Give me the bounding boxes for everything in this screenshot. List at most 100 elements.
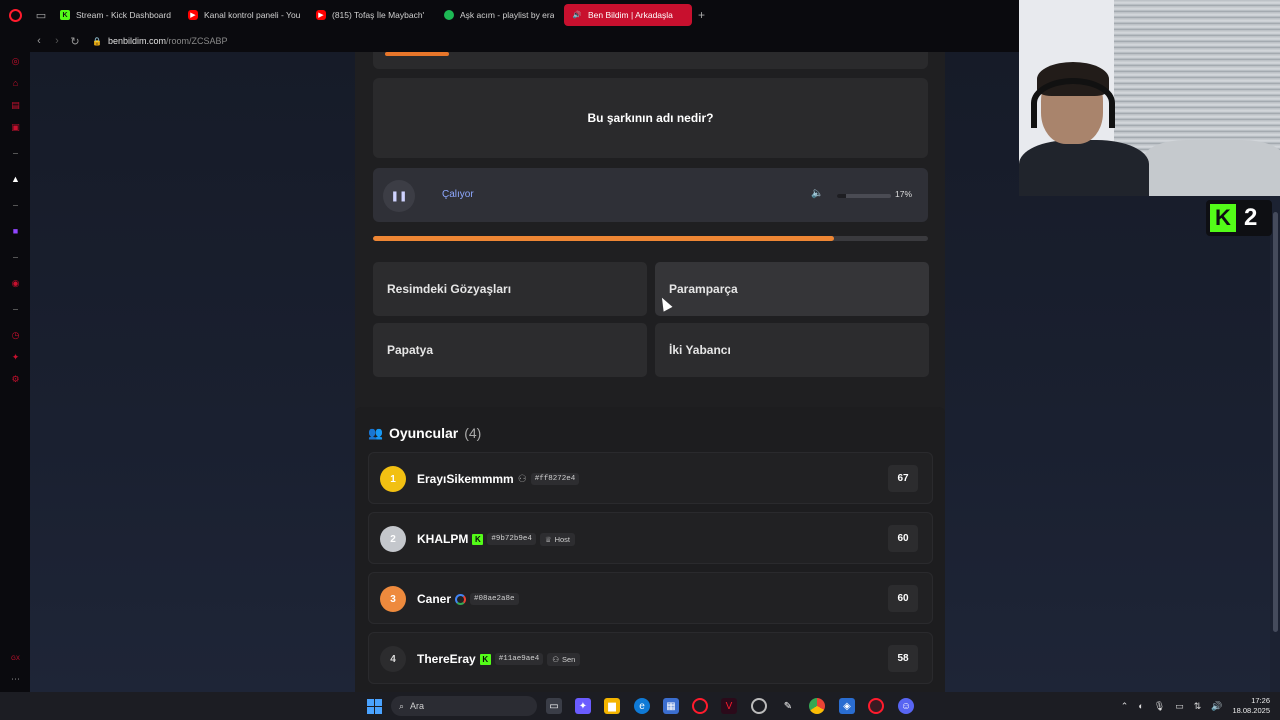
webcam-pillow bbox=[1144, 140, 1280, 196]
players-card: 👥 Oyuncular (4) 1 ErayıSikemmmm ⚇ #ff827… bbox=[355, 407, 945, 692]
task-view-icon[interactable]: ▭ bbox=[546, 698, 562, 714]
kick-icon: K bbox=[60, 10, 70, 20]
discord-icon[interactable]: ☺ bbox=[898, 698, 914, 714]
taskbar-search[interactable]: ⌕ Ara bbox=[391, 696, 537, 716]
tray-app-icon[interactable]: ◐ bbox=[1138, 701, 1143, 711]
network-app-icon[interactable]: ◈ bbox=[839, 698, 855, 714]
network-icon[interactable]: ⇅ bbox=[1194, 701, 1202, 712]
player-tag: #9b72b9e4 bbox=[487, 533, 536, 545]
player-tag: #11ae9ae4 bbox=[494, 653, 544, 665]
system-tray: ⌃ ◐ 🎙 ▭ ⇅ 🔊 17:26 18.08.2025 bbox=[1121, 696, 1270, 716]
player-score: 67 bbox=[888, 465, 918, 492]
app-icon[interactable]: ✎ bbox=[780, 698, 796, 714]
sound-icon: 🔊 bbox=[572, 12, 582, 19]
speaker-icon[interactable]: 🔈 bbox=[811, 188, 823, 199]
headset-icon bbox=[1031, 78, 1115, 128]
new-tab-button[interactable]: + bbox=[692, 8, 711, 22]
more-icon[interactable]: ⋯ bbox=[10, 674, 21, 685]
edge-icon[interactable]: e bbox=[634, 698, 650, 714]
player-row: 2 KHALPM K #9b72b9e4 ♕ Host 60 bbox=[368, 512, 933, 564]
volume-icon[interactable]: 🔊 bbox=[1211, 701, 1222, 712]
volume-percent: 17% bbox=[895, 189, 913, 199]
sidebar-divider bbox=[13, 205, 18, 206]
player-score: 60 bbox=[888, 585, 918, 612]
song-progress-bar bbox=[373, 236, 928, 241]
chrome-icon[interactable] bbox=[809, 698, 825, 714]
role-badge: ⚇ Sen bbox=[547, 652, 581, 666]
settings-icon[interactable]: ⚙ bbox=[10, 374, 21, 385]
aria-icon[interactable]: ◎ bbox=[10, 56, 21, 67]
rank-badge: 3 bbox=[380, 586, 406, 612]
opera-gx-active-icon[interactable] bbox=[868, 698, 884, 714]
display-icon[interactable]: ▭ bbox=[1175, 701, 1184, 712]
reload-icon[interactable]: ↻ bbox=[66, 35, 84, 48]
back-icon[interactable]: ‹ bbox=[30, 35, 48, 47]
youtube-icon: ▶ bbox=[188, 10, 198, 20]
rank-badge: 4 bbox=[380, 646, 406, 672]
copilot-icon[interactable]: ✦ bbox=[575, 698, 591, 714]
answer-option-4[interactable]: İki Yabancı bbox=[655, 323, 929, 377]
tab-youtube-video[interactable]: ▶ (815) Tofaş İle Maybach' bbox=[308, 4, 436, 26]
role-badge: ♕ Host bbox=[539, 532, 575, 546]
top-strip bbox=[373, 52, 928, 69]
pause-button[interactable]: ❚❚ bbox=[383, 180, 415, 212]
opera-gx-icon[interactable] bbox=[692, 698, 708, 714]
taskbar-clock[interactable]: 17:26 18.08.2025 bbox=[1232, 696, 1270, 716]
microphone-icon[interactable]: 🎙 bbox=[1154, 701, 1165, 712]
obs-icon[interactable] bbox=[751, 698, 767, 714]
webcam-person-body bbox=[1019, 140, 1149, 196]
player-status: Çalıyor bbox=[442, 189, 474, 200]
question-text: Bu şarkının adı nedir? bbox=[587, 111, 714, 125]
wing-icon[interactable]: ▲ bbox=[10, 174, 21, 185]
youtube-icon: ▶ bbox=[316, 10, 326, 20]
sidebar-divider bbox=[13, 153, 18, 154]
chevron-up-icon[interactable]: ⌃ bbox=[1121, 701, 1129, 712]
extensions-icon[interactable]: ✦ bbox=[10, 352, 21, 363]
vegas-icon[interactable]: V bbox=[721, 698, 737, 714]
game-card: Bu şarkının adı nedir? ❚❚ Çalıyor 🔈 17% … bbox=[355, 52, 945, 447]
answer-option-1[interactable]: Resimdeki Gözyaşları bbox=[373, 262, 647, 316]
sidebar-divider bbox=[13, 309, 18, 310]
tab-islands-icon[interactable]: ▭ bbox=[30, 0, 52, 30]
answer-option-2[interactable]: Paramparça bbox=[655, 262, 929, 316]
history-icon[interactable]: ◷ bbox=[10, 330, 21, 341]
player-name: ErayıSikemmmm bbox=[417, 472, 514, 486]
gx-icon[interactable]: ▣ bbox=[10, 122, 21, 133]
tab-ben-bildim[interactable]: 🔊 Ben Bildim | Arkadaşla bbox=[564, 4, 692, 26]
url-field[interactable]: 🔒 benbildim.com/room/ZCSABP bbox=[92, 36, 228, 46]
scrollbar-thumb[interactable] bbox=[1273, 212, 1278, 632]
gx-corner-icon[interactable]: GX bbox=[10, 654, 21, 665]
sidebar-divider bbox=[13, 257, 18, 258]
windows-start-icon[interactable] bbox=[366, 698, 382, 714]
volume-slider[interactable] bbox=[837, 194, 891, 198]
user-icon: ⚇ bbox=[552, 654, 559, 664]
tab-youtube-studio[interactable]: ▶ Kanal kontrol paneli - You bbox=[180, 4, 308, 26]
player-row: 4 ThereEray K #11ae9ae4 ⚇ Sen 58 bbox=[368, 632, 933, 684]
viewer-count: 2 bbox=[1244, 204, 1258, 231]
player-name: ThereEray bbox=[417, 652, 476, 666]
gamepad-icon[interactable]: ▤ bbox=[10, 100, 21, 111]
kick-logo-icon: K bbox=[1210, 204, 1236, 232]
search-icon: ⌕ bbox=[399, 700, 405, 711]
kick-icon: K bbox=[472, 533, 484, 545]
bag-icon[interactable]: ⌂ bbox=[10, 78, 21, 89]
twitch-icon[interactable]: ■ bbox=[10, 226, 21, 237]
answer-option-3[interactable]: Papatya bbox=[373, 323, 647, 377]
tab-spotify[interactable]: Aşk acım - playlist by era bbox=[436, 4, 564, 26]
player-score: 60 bbox=[888, 525, 918, 552]
forward-icon[interactable]: › bbox=[48, 35, 66, 47]
google-icon bbox=[455, 593, 467, 605]
file-explorer-icon[interactable]: ▆ bbox=[604, 698, 620, 714]
player-name: KHALPM bbox=[417, 532, 469, 546]
crown-icon: ♕ bbox=[544, 534, 552, 544]
windows-taskbar: ⌕ Ara ▭ ✦ ▆ e ▦ V ✎ ◈ ☺ ⌃ ◐ 🎙 ▭ ⇅ 🔊 17:2… bbox=[0, 692, 1280, 720]
user-icon: ⚇ bbox=[517, 473, 527, 485]
player-icon[interactable]: ◉ bbox=[10, 278, 21, 289]
opera-logo-icon[interactable] bbox=[0, 0, 30, 30]
tab-kick-dashboard[interactable]: K Stream - Kick Dashboard bbox=[52, 4, 180, 26]
rank-badge: 2 bbox=[380, 526, 406, 552]
spotify-icon bbox=[444, 10, 454, 20]
players-header: 👥 Oyuncular (4) bbox=[368, 425, 482, 441]
song-progress-fill bbox=[373, 236, 834, 241]
store-icon[interactable]: ▦ bbox=[663, 698, 679, 714]
